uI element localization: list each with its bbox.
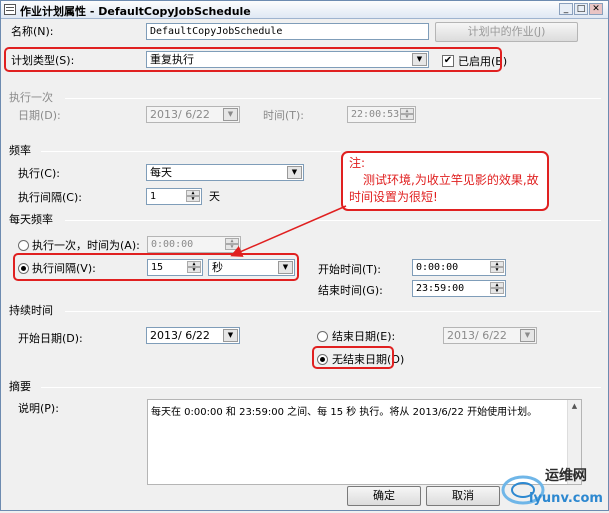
start-date-value: 2013/ 6/22 — [150, 329, 210, 342]
watermark-text-cn: 运维网 — [545, 468, 587, 484]
highlight-box-no-end-date — [312, 346, 394, 369]
dialog-window: 作业计划属性 - DefaultCopyJobSchedule _ □ ✕ 名称… — [0, 0, 609, 511]
chevron-down-icon: ▼ — [223, 329, 238, 342]
divider — [41, 387, 601, 388]
end-date-value: 2013/ 6/22 — [447, 329, 507, 342]
start-date-select[interactable]: 2013/ 6/22 ▼ — [146, 327, 240, 344]
end-date-radio[interactable] — [317, 331, 328, 342]
start-date-label: 开始日期(D): — [18, 332, 83, 345]
ok-button[interactable]: 确定 — [347, 486, 421, 506]
divider — [65, 311, 601, 312]
watermark-logo: 运维网 iyunv.com — [497, 464, 609, 510]
end-date-label: 结束日期(E): — [332, 330, 396, 343]
description-label: 说明(P): — [18, 402, 59, 415]
chevron-down-icon: ▼ — [520, 329, 535, 342]
description-text: 每天在 0:00:00 和 23:59:00 之间、每 15 秒 执行。将从 2… — [151, 407, 538, 418]
cancel-button[interactable]: 取消 — [426, 486, 500, 506]
summary-section-title: 摘要 — [9, 380, 31, 393]
watermark-text-url: iyunv.com — [529, 491, 603, 506]
end-date-select[interactable]: 2013/ 6/22 ▼ — [443, 327, 537, 344]
scroll-up-icon[interactable]: ▲ — [568, 400, 581, 412]
duration-section-title: 持续时间 — [9, 304, 53, 317]
